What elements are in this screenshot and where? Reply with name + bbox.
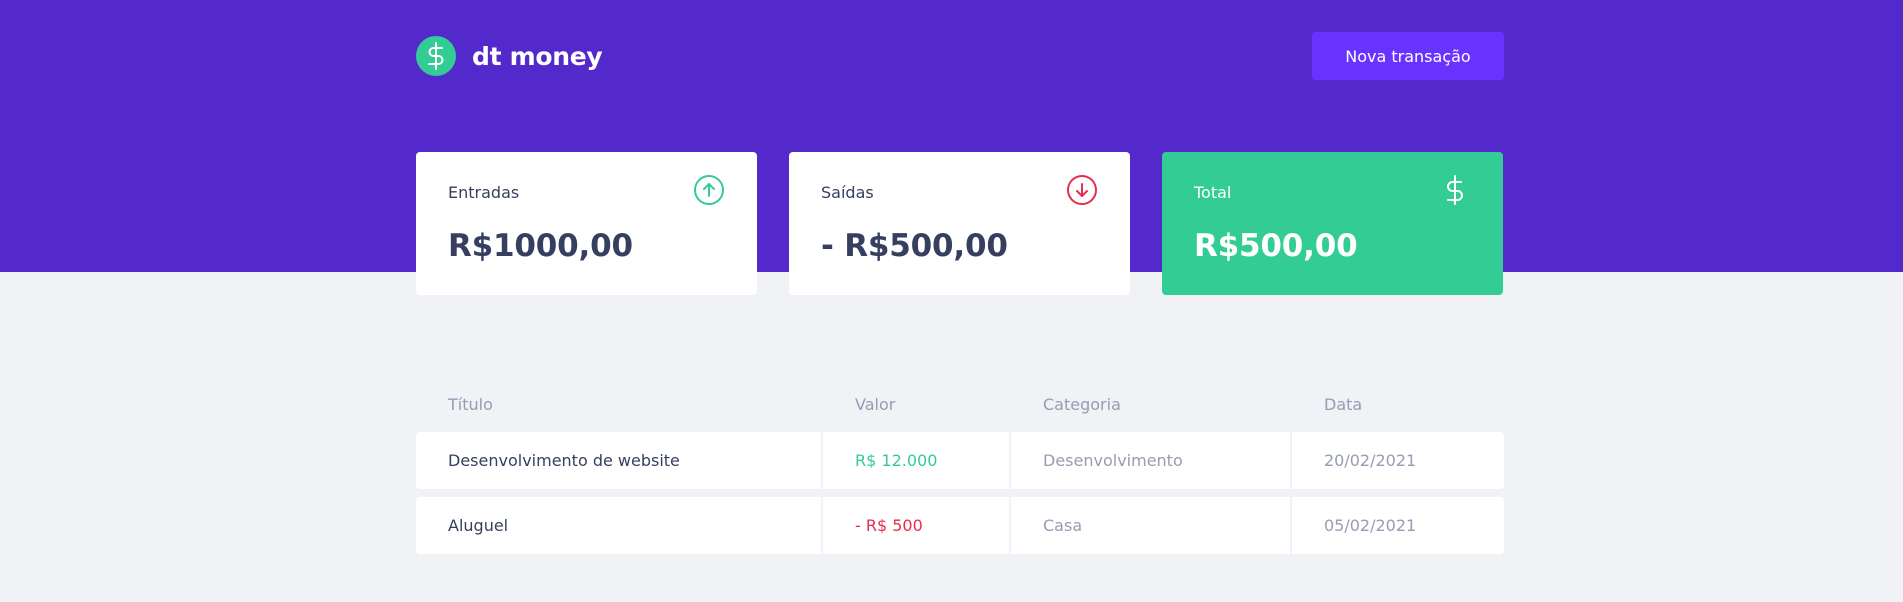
table-header-row: Título Valor Categoria Data — [416, 384, 1504, 424]
brand: dt money — [416, 36, 603, 76]
total-card: Total R$500,00 — [1162, 152, 1503, 295]
table-row[interactable]: Aluguel - R$ 500 Casa 05/02/2021 — [416, 497, 1504, 554]
row-amount: - R$ 500 — [823, 497, 1011, 554]
header-category: Categoria — [1043, 394, 1121, 414]
header-title: Título — [448, 394, 493, 414]
summary-cards: Entradas R$1000,00 Saídas - R$500,00 Tot… — [416, 152, 1504, 295]
row-category: Casa — [1011, 497, 1292, 554]
top-bar: dt money Nova transação — [416, 0, 1504, 112]
dollar-logo-icon — [416, 36, 456, 76]
table-row[interactable]: Desenvolvimento de website R$ 12.000 Des… — [416, 432, 1504, 489]
row-title: Desenvolvimento de website — [416, 432, 823, 489]
outcome-value: - R$500,00 — [821, 228, 1008, 264]
outcome-label: Saídas — [821, 182, 874, 202]
header-date: Data — [1324, 394, 1363, 414]
header-amount: Valor — [855, 394, 896, 414]
income-card: Entradas R$1000,00 — [416, 152, 757, 295]
brand-name: dt money — [472, 41, 603, 71]
income-label: Entradas — [448, 182, 520, 202]
income-value: R$1000,00 — [448, 228, 633, 264]
dollar-sign-icon — [1439, 174, 1471, 210]
transactions-table-wrapper: Título Valor Categoria Data Desenvolvime… — [416, 376, 1504, 562]
main-container: dt money Nova transação Entradas R$1000,… — [416, 0, 1504, 554]
outcome-card: Saídas - R$500,00 — [789, 152, 1130, 295]
row-title: Aluguel — [416, 497, 823, 554]
row-date: 05/02/2021 — [1292, 497, 1504, 554]
total-value: R$500,00 — [1194, 228, 1358, 264]
arrow-up-circle-icon — [693, 174, 725, 210]
row-amount: R$ 12.000 — [823, 432, 1011, 489]
new-transaction-button[interactable]: Nova transação — [1312, 32, 1504, 80]
transactions-table: Título Valor Categoria Data Desenvolvime… — [416, 376, 1504, 562]
row-category: Desenvolvimento — [1011, 432, 1292, 489]
arrow-down-circle-icon — [1066, 174, 1098, 210]
row-date: 20/02/2021 — [1292, 432, 1504, 489]
total-label: Total — [1194, 182, 1232, 202]
